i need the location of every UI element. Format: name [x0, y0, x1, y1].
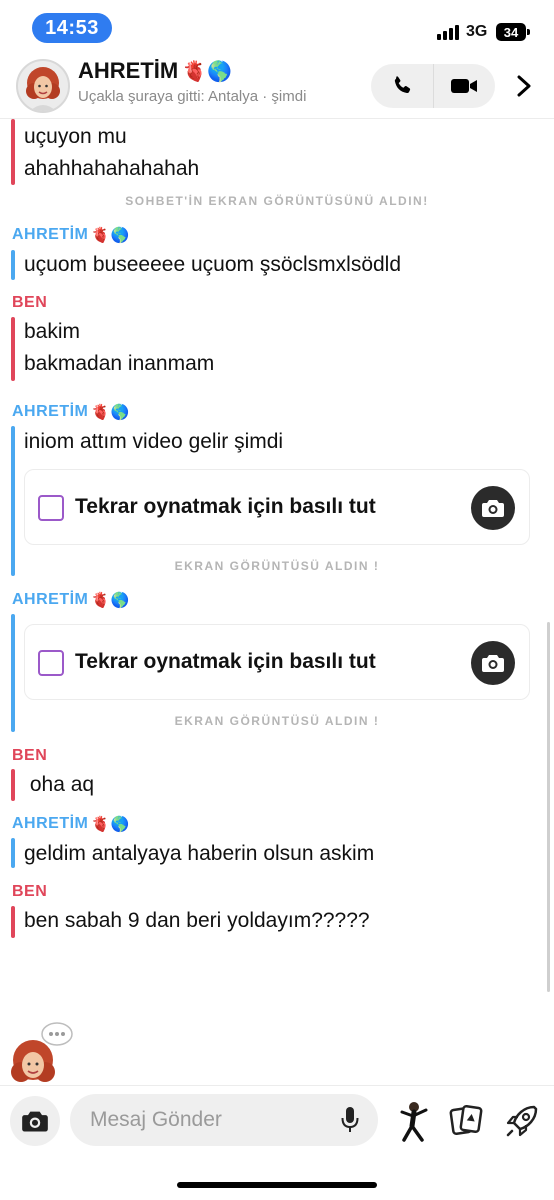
camera-icon	[22, 1111, 48, 1132]
sender-emojis: 🫀🌎	[91, 227, 130, 244]
video-call-button[interactable]	[433, 64, 495, 108]
chat-message: geldim antalyaya haberin olsun askim	[24, 842, 375, 865]
chat-subtitle: Uçakla şuraya gitti: Antalya · şimdi	[78, 88, 307, 105]
bitmoji-button[interactable]	[396, 1100, 432, 1144]
sender-friend: AHRETİM 🫀🌎	[12, 403, 130, 421]
camera-button[interactable]	[10, 1096, 60, 1146]
header-divider	[0, 118, 554, 119]
video-camera-icon	[451, 79, 478, 93]
chat-title-emojis: 🫀🌎	[182, 60, 233, 83]
sender-emojis: 🫀🌎	[91, 816, 130, 833]
status-bar: 14:53 3G 34	[0, 0, 554, 56]
friend-message-bar	[11, 838, 15, 868]
chat-message: iniom attım video gelir şimdi	[24, 430, 284, 453]
sender-friend: AHRETİM 🫀🌎	[12, 226, 130, 244]
sender-name: AHRETİM	[12, 403, 89, 420]
screenshot-notice: EKRAN GÖRÜNTÜSÜ ALDIN !	[174, 714, 380, 728]
me-message-bar	[11, 769, 15, 801]
call-button-group	[371, 64, 495, 108]
battery-icon: 34	[496, 23, 530, 41]
chat-message: ben sabah 9 dan beri yoldayım?????	[24, 909, 370, 932]
sender-emojis: 🫀🌎	[91, 404, 130, 421]
cards-icon[interactable]	[448, 1103, 484, 1139]
chat-message: bakim	[24, 320, 81, 343]
friend-typing-bitmoji	[8, 1020, 74, 1086]
me-message-bar	[11, 906, 15, 938]
friend-avatar[interactable]	[16, 59, 70, 113]
chat-message: uçuom buseeeee uçuom şsöclsmxlsödld	[24, 253, 402, 276]
message-input[interactable]	[70, 1094, 378, 1146]
rocket-icon[interactable]	[504, 1103, 540, 1139]
sender-name: AHRETİM	[12, 226, 89, 243]
friend-message-bar	[11, 250, 15, 280]
sender-me: BEN	[12, 747, 48, 764]
chat-message: bakmadan inanmam	[24, 352, 215, 375]
voice-call-button[interactable]	[371, 64, 433, 108]
microphone-icon[interactable]	[340, 1106, 360, 1134]
sender-friend: AHRETİM 🫀🌎	[12, 591, 130, 609]
me-message-bar	[11, 119, 15, 185]
chat-message: oha aq	[24, 773, 95, 796]
me-message-bar	[11, 317, 15, 381]
composer-divider	[0, 1085, 554, 1086]
phone-icon	[394, 76, 410, 94]
sender-me: BEN	[12, 294, 48, 311]
sender-name: AHRETİM	[12, 591, 89, 608]
camera-icon[interactable]	[471, 641, 515, 685]
friend-message-bar	[11, 426, 15, 576]
signal-icon	[437, 24, 459, 40]
status-time[interactable]: 14:53	[32, 13, 112, 43]
snap-square-icon	[38, 495, 64, 521]
chat-message: ahahhahahahahah	[24, 157, 200, 180]
chat-title-text: AHRETİM	[78, 58, 179, 83]
snap-replay-card[interactable]: Tekrar oynatmak için basılı tut	[24, 469, 530, 545]
snap-square-icon	[38, 650, 64, 676]
camera-icon[interactable]	[471, 486, 515, 530]
sender-name: AHRETİM	[12, 815, 89, 832]
snap-replay-label: Tekrar oynatmak için basılı tut	[75, 650, 376, 673]
snap-replay-card[interactable]: Tekrar oynatmak için basılı tut	[24, 624, 530, 700]
chat-scrollbar[interactable]	[547, 622, 550, 992]
sender-friend: AHRETİM 🫀🌎	[12, 815, 130, 833]
chat-header: AHRETİM 🫀🌎 Uçakla şuraya gitti: Antalya …	[0, 56, 554, 116]
home-indicator[interactable]	[177, 1182, 377, 1188]
chat-title[interactable]: AHRETİM 🫀🌎	[78, 58, 232, 84]
sender-me: BEN	[12, 883, 48, 900]
network-type: 3G	[466, 23, 488, 40]
chat-message: uçuyon mu	[24, 125, 127, 148]
sender-emojis: 🫀🌎	[91, 592, 130, 609]
snap-replay-label: Tekrar oynatmak için basılı tut	[75, 495, 376, 518]
screenshot-notice: EKRAN GÖRÜNTÜSÜ ALDIN !	[174, 559, 380, 573]
screenshot-notice: SOHBET'İN EKRAN GÖRÜNTÜSÜNÜ ALDIN!	[125, 194, 429, 208]
chevron-right-icon[interactable]	[512, 74, 536, 98]
